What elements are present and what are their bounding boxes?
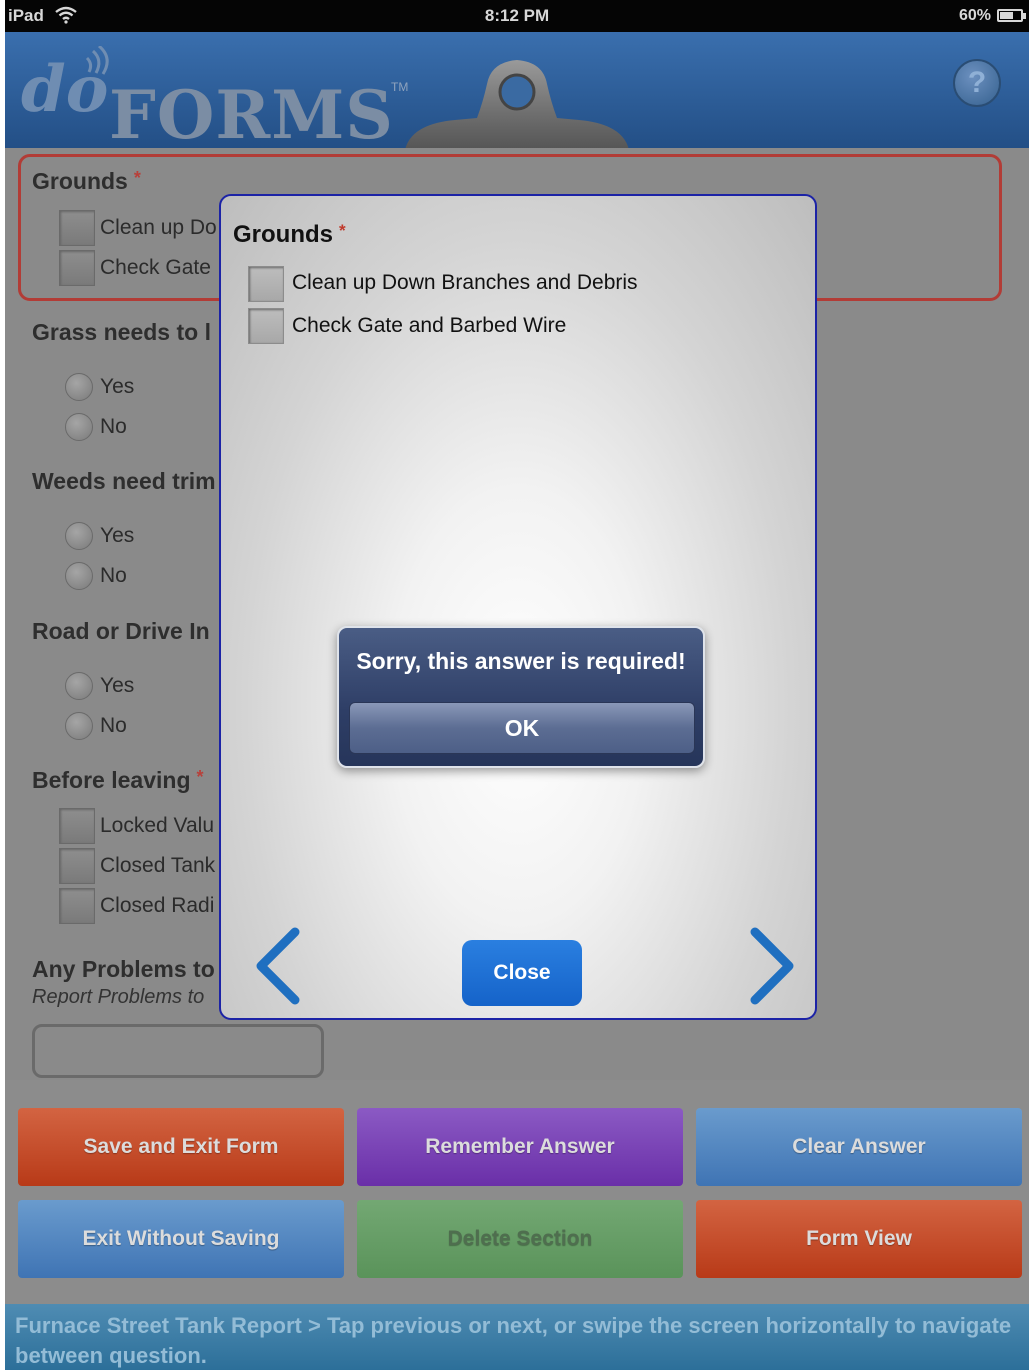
before-leaving-checkbox-3[interactable] [59, 888, 95, 924]
clock: 8:12 PM [484, 6, 550, 25]
before-leaving-option-1: Locked Valu [100, 814, 215, 837]
popup-title: Grounds * [233, 221, 346, 249]
previous-arrow-icon[interactable] [249, 926, 309, 1006]
logo-forms: FORMS [109, 76, 394, 154]
before-leaving-title-text: Before leaving [32, 767, 191, 793]
grass-question-title: Grass needs to l [32, 319, 211, 345]
road-option-no: No [100, 714, 127, 737]
before-leaving-question-title: Before leaving * [32, 767, 204, 794]
alert-ok-button[interactable]: OK [349, 702, 695, 754]
problems-text-field[interactable] [32, 1024, 324, 1078]
logo-do: do [21, 52, 109, 127]
navigation-hint-footer: Furnace Street Tank Report > Tap previou… [5, 1304, 1029, 1370]
grounds-question-title: Grounds * [32, 168, 141, 195]
grass-radio-no[interactable] [65, 413, 93, 441]
weeds-radio-yes[interactable] [65, 522, 93, 550]
grounds-option-2: Check Gate [100, 256, 211, 279]
alert-message: Sorry, this answer is required! [356, 648, 686, 674]
problems-hint: Report Problems to [32, 986, 205, 1008]
app-header: do FORMS TM ? [5, 32, 1029, 154]
road-option-yes: Yes [100, 674, 135, 697]
grass-option-no: No [100, 415, 127, 438]
question-popup: Grounds * Clean up Down Branches and Debr… [219, 194, 817, 1020]
clear-answer-button[interactable]: Clear Answer [696, 1108, 1022, 1186]
road-question-title: Road or Drive In [32, 618, 210, 644]
popup-option-2[interactable]: Check Gate and Barbed Wire [292, 314, 566, 338]
weeds-radio-no[interactable] [65, 562, 93, 590]
ipad-screen: iPad 8:12 PM 60% do FORMS TM ? Grounds *… [5, 0, 1029, 1370]
required-asterisk: * [196, 767, 204, 787]
before-leaving-option-3: Closed Radi [100, 894, 215, 917]
exit-without-saving-button[interactable]: Exit Without Saving [18, 1200, 344, 1278]
remember-answer-button[interactable]: Remember Answer [357, 1108, 683, 1186]
weeds-option-no: No [100, 564, 127, 587]
popup-checkbox-2[interactable] [248, 308, 284, 344]
required-alert: Sorry, this answer is required! OK [337, 626, 705, 768]
required-asterisk: * [339, 221, 346, 240]
popup-title-text: Grounds [233, 221, 333, 248]
weeds-question-title: Weeds need trim [32, 468, 216, 494]
status-bar: iPad 8:12 PM 60% [5, 0, 1029, 32]
battery-icon [997, 9, 1026, 22]
grass-radio-yes[interactable] [65, 373, 93, 401]
help-button[interactable]: ? [953, 59, 1001, 107]
next-arrow-icon[interactable] [741, 926, 801, 1006]
problems-question-title: Any Problems to [32, 956, 215, 982]
required-asterisk: * [133, 168, 141, 188]
weeds-option-yes: Yes [100, 524, 135, 547]
close-button[interactable]: Close [462, 940, 582, 1006]
grounds-checkbox-1[interactable] [59, 210, 95, 246]
before-leaving-checkbox-1[interactable] [59, 808, 95, 844]
grass-option-yes: Yes [100, 375, 135, 398]
action-button-panel: Save and Exit Form Remember Answer Clear… [5, 1080, 1029, 1304]
clipboard-clip-icon [405, 60, 629, 150]
save-exit-button[interactable]: Save and Exit Form [18, 1108, 344, 1186]
road-radio-yes[interactable] [65, 672, 93, 700]
before-leaving-option-2: Closed Tank [100, 854, 216, 877]
grounds-option-1: Clean up Do [100, 216, 217, 239]
delete-section-button[interactable]: Delete Section [357, 1200, 683, 1278]
grounds-title-text: Grounds [32, 168, 128, 194]
form-view-button[interactable]: Form View [696, 1200, 1022, 1278]
popup-option-1[interactable]: Clean up Down Branches and Debris [292, 271, 638, 295]
before-leaving-checkbox-2[interactable] [59, 848, 95, 884]
battery-percent: 60% [958, 7, 991, 24]
road-radio-no[interactable] [65, 712, 93, 740]
grounds-checkbox-2[interactable] [59, 250, 95, 286]
popup-checkbox-1[interactable] [248, 266, 284, 302]
